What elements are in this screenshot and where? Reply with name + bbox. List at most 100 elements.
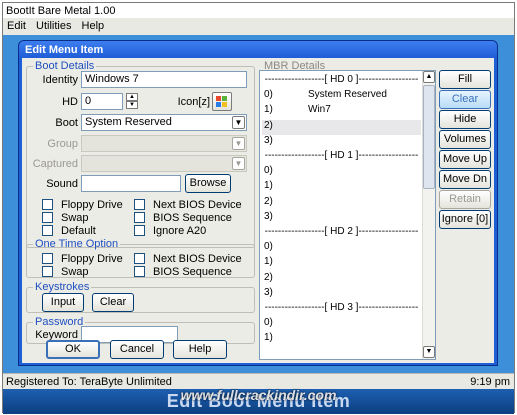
group-select[interactable]: ▼ bbox=[81, 135, 247, 152]
checkbox[interactable] bbox=[134, 212, 145, 223]
mbr-list[interactable]: ------------------[ HD 0 ]--------------… bbox=[259, 70, 436, 360]
keystrokes-legend: Keystrokes bbox=[35, 281, 90, 293]
mbr-partition-row[interactable]: 0) bbox=[262, 241, 421, 256]
scroll-down-icon[interactable]: ▼ bbox=[423, 346, 435, 358]
volumes-button[interactable]: Volumes bbox=[439, 130, 491, 149]
checkbox[interactable] bbox=[134, 199, 145, 210]
password-legend: Password bbox=[35, 316, 84, 328]
mbr-partition-row[interactable]: 1) bbox=[262, 256, 421, 271]
mbr-slot-number: 0) bbox=[264, 241, 273, 253]
mbr-partition-row[interactable]: 2) bbox=[262, 119, 421, 135]
option-ignore-a20[interactable]: Ignore A20 bbox=[134, 224, 206, 237]
chevron-down-icon[interactable]: ▼ bbox=[232, 137, 245, 150]
option-bios-sequence[interactable]: BIOS Sequence bbox=[134, 211, 232, 224]
mbr-slot-number: 2) bbox=[264, 119, 273, 131]
option-swap[interactable]: Swap bbox=[42, 211, 89, 224]
retain-button[interactable]: Retain bbox=[439, 190, 491, 209]
group-label: Group bbox=[47, 138, 78, 150]
mbr-partition-row[interactable]: 2) bbox=[262, 272, 421, 287]
mbr-scrollbar[interactable]: ▲ ▼ bbox=[422, 71, 435, 359]
checkbox[interactable] bbox=[42, 253, 53, 264]
checkbox[interactable] bbox=[134, 253, 145, 264]
keystrokes-clear-button[interactable]: Clear bbox=[92, 293, 134, 312]
mbr-partition-row[interactable]: 3) bbox=[262, 287, 421, 302]
mbr-partition-row[interactable]: 0) System Reserved bbox=[262, 89, 421, 104]
checkbox-label: BIOS Sequence bbox=[153, 265, 232, 278]
ignore-button[interactable]: Ignore [0] bbox=[439, 210, 491, 229]
chevron-down-icon[interactable]: ▼ bbox=[232, 116, 245, 129]
mbr-partition-row[interactable]: 3) bbox=[262, 211, 421, 226]
help-button[interactable]: Help bbox=[173, 340, 227, 359]
boot-select-value: System Reserved bbox=[85, 116, 172, 128]
hd-spinner[interactable]: ▲ ▼ bbox=[126, 93, 138, 110]
scroll-up-icon[interactable]: ▲ bbox=[423, 71, 435, 83]
mbr-partition-row[interactable]: 2) bbox=[262, 196, 421, 211]
boot-select[interactable]: System Reserved ▼ bbox=[81, 114, 247, 131]
scroll-thumb[interactable] bbox=[423, 85, 435, 189]
menu-bar: Edit Utilities Help bbox=[3, 19, 514, 35]
identity-input[interactable]: Windows 7 bbox=[81, 71, 247, 88]
move-down-button[interactable]: Move Dn bbox=[439, 170, 491, 189]
sound-input[interactable] bbox=[81, 175, 181, 192]
spin-down-icon[interactable]: ▼ bbox=[126, 101, 138, 109]
mbr-partition-name: Win7 bbox=[308, 104, 331, 116]
mbr-partition-name: System Reserved bbox=[308, 89, 387, 101]
mbr-partition-row[interactable]: 3) bbox=[262, 135, 421, 150]
sound-label: Sound bbox=[46, 178, 78, 190]
mbr-slot-number: 0) bbox=[264, 89, 273, 101]
chevron-down-icon[interactable]: ▼ bbox=[232, 157, 245, 170]
mbr-partition-row[interactable]: 1) Win7 bbox=[262, 104, 421, 119]
checkbox[interactable] bbox=[134, 266, 145, 277]
mbr-disk-header[interactable]: ------------------[ HD 2 ]--------------… bbox=[262, 226, 421, 241]
hide-button[interactable]: Hide bbox=[439, 110, 491, 129]
mbr-disk-header[interactable]: ------------------[ HD 0 ]--------------… bbox=[262, 74, 421, 89]
move-up-button[interactable]: Move Up bbox=[439, 150, 491, 169]
mbr-slot-number: 1) bbox=[264, 332, 273, 344]
onetime-bios-sequence[interactable]: BIOS Sequence bbox=[134, 265, 232, 278]
checkbox-label: Next BIOS Device bbox=[153, 198, 242, 211]
checkbox[interactable] bbox=[42, 225, 53, 236]
mbr-slot-number: 3) bbox=[264, 134, 273, 146]
menu-help[interactable]: Help bbox=[78, 19, 108, 32]
icon-picker-button[interactable] bbox=[212, 92, 232, 111]
option-next-bios-device[interactable]: Next BIOS Device bbox=[134, 198, 242, 211]
browse-button[interactable]: Browse bbox=[185, 174, 231, 193]
boot-label: Boot bbox=[55, 117, 78, 129]
checkbox[interactable] bbox=[42, 266, 53, 277]
dialog-title: Edit Menu Item bbox=[19, 41, 497, 58]
menu-utilities[interactable]: Utilities bbox=[32, 19, 74, 32]
checkbox-label: Swap bbox=[61, 265, 89, 278]
checkbox-label: Floppy Drive bbox=[61, 252, 123, 265]
checkbox[interactable] bbox=[134, 225, 145, 236]
menu-edit[interactable]: Edit bbox=[3, 19, 29, 32]
checkbox-label: Ignore A20 bbox=[153, 224, 207, 237]
spin-up-icon[interactable]: ▲ bbox=[126, 93, 138, 101]
mbr-partition-row[interactable]: 1) bbox=[262, 180, 421, 195]
onetime-swap[interactable]: Swap bbox=[42, 265, 89, 278]
mbr-partition-row[interactable]: 1) bbox=[262, 332, 421, 347]
captured-select[interactable]: ▼ bbox=[81, 155, 247, 172]
option-floppy-drive[interactable]: Floppy Drive bbox=[42, 198, 123, 211]
onetime-next-bios-device[interactable]: Next BIOS Device bbox=[134, 252, 242, 265]
mbr-disk-header[interactable]: ------------------[ HD 3 ]--------------… bbox=[262, 302, 421, 317]
mbr-slot-number: 1) bbox=[264, 256, 273, 268]
checkbox[interactable] bbox=[42, 212, 53, 223]
mbr-partition-row[interactable]: 0) bbox=[262, 317, 421, 332]
mbr-slot-number: 1) bbox=[264, 104, 273, 116]
ok-button[interactable]: OK bbox=[46, 340, 100, 359]
mbr-partition-row[interactable]: 0) bbox=[262, 165, 421, 180]
mbr-disk-header[interactable]: ------------------[ HD 1 ]--------------… bbox=[262, 150, 421, 165]
option-default[interactable]: Default bbox=[42, 224, 96, 237]
cancel-button[interactable]: Cancel bbox=[110, 340, 164, 359]
mbr-slot-number: 1) bbox=[264, 180, 273, 192]
mbr-slot-number: 3) bbox=[264, 286, 273, 298]
onetime-floppy-drive[interactable]: Floppy Drive bbox=[42, 252, 123, 265]
windows-logo-icon bbox=[216, 96, 227, 107]
fill-button[interactable]: Fill bbox=[439, 70, 491, 89]
keystrokes-input-button[interactable]: Input bbox=[42, 293, 84, 312]
hd-input[interactable]: 0 bbox=[81, 93, 123, 110]
checkbox[interactable] bbox=[42, 199, 53, 210]
dialog-client: Boot Details Identity Windows 7 HD 0 ▲ ▼… bbox=[22, 58, 494, 363]
watermark: www.fullcrackindir.com bbox=[180, 387, 337, 403]
clear-button[interactable]: Clear bbox=[439, 90, 491, 109]
